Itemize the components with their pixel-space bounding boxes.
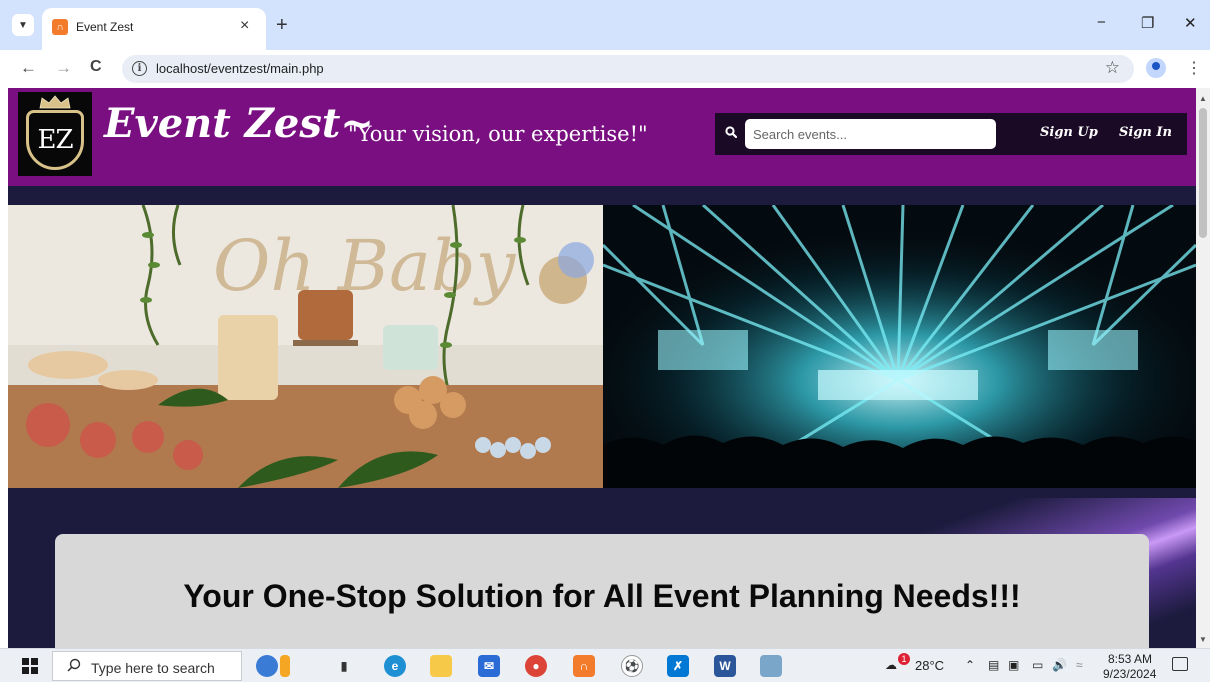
wifi-icon[interactable]: ≈ xyxy=(1076,658,1083,672)
dessert-table-illustration: Oh Baby xyxy=(8,205,603,488)
backdrop-text: Oh Baby xyxy=(213,225,517,307)
taskbar-search-icon xyxy=(67,658,81,672)
task-view-icon[interactable]: ▮ xyxy=(333,655,355,677)
search-icon xyxy=(725,126,737,138)
reload-button[interactable]: C xyxy=(90,58,102,76)
concert-lights-illustration xyxy=(603,205,1196,488)
site-header: EZ Event Zest~ "Your vision, our experti… xyxy=(8,88,1196,186)
word-icon[interactable]: W xyxy=(714,655,736,677)
event-zest-logo[interactable]: EZ xyxy=(18,92,92,176)
scroll-down-arrow-icon[interactable]: ▼ xyxy=(1199,635,1207,644)
clock-date[interactable]: 9/23/2024 xyxy=(1103,667,1156,681)
widgets-globe-icon[interactable] xyxy=(256,655,278,677)
close-window-button[interactable]: ✕ xyxy=(1184,14,1197,32)
address-bar[interactable]: i localhost/eventzest/main.php ☆ xyxy=(122,55,1134,83)
xampp-favicon-icon: ∩ xyxy=(52,19,68,35)
page-viewport: EZ Event Zest~ "Your vision, our experti… xyxy=(0,88,1210,648)
tab-title: Event Zest xyxy=(76,20,134,34)
xampp-icon[interactable]: ∩ xyxy=(573,655,595,677)
tray-chevron-up-icon[interactable]: ⌃ xyxy=(965,658,975,672)
tab-event-zest[interactable]: ∩ Event Zest × xyxy=(42,8,266,50)
restore-button[interactable]: ❐ xyxy=(1141,14,1154,32)
tagline-card: Your One-Stop Solution for All Event Pla… xyxy=(55,534,1149,648)
taskbar-search-text: Type here to search xyxy=(91,660,215,676)
app-window-icon[interactable] xyxy=(760,655,782,677)
tray-device-icon[interactable]: ▤ xyxy=(988,658,999,672)
logo-shield: EZ xyxy=(26,110,84,170)
mail-icon[interactable]: ✉ xyxy=(478,655,500,677)
minimize-button[interactable]: − xyxy=(1097,14,1106,31)
tab-close-icon[interactable]: × xyxy=(240,17,249,35)
brand-name: Event Zest~ xyxy=(104,100,374,147)
temperature-text[interactable]: 28°C xyxy=(915,658,944,673)
sign-up-link[interactable]: Sign Up xyxy=(1040,125,1098,140)
hero-image-concert-lights xyxy=(603,205,1196,488)
windows-taskbar: Type here to search ▮ e ✉ ● ∩ ⚽ ✗ W ☁ 1 … xyxy=(0,648,1210,682)
search-events-input[interactable] xyxy=(745,119,996,149)
site-info-icon[interactable]: i xyxy=(132,61,147,76)
scroll-up-arrow-icon[interactable]: ▲ xyxy=(1199,94,1207,103)
forward-button[interactable]: → xyxy=(55,58,72,78)
new-tab-button[interactable]: + xyxy=(276,15,288,35)
browser-toolbar: ← → C i localhost/eventzest/main.php ☆ ⋮ xyxy=(0,50,1210,88)
page-scrollbar[interactable]: ▲ ▼ xyxy=(1196,88,1210,648)
back-button[interactable]: ← xyxy=(20,58,37,78)
browser-tab-bar: ▼ ∩ Event Zest × + − ❐ ✕ xyxy=(0,0,1210,50)
tab-search-chevron-icon[interactable]: ▼ xyxy=(12,14,34,36)
browser-menu-icon[interactable]: ⋮ xyxy=(1186,58,1202,78)
header-nav: Sign Up Sign In xyxy=(715,113,1187,155)
soccer-app-icon[interactable]: ⚽ xyxy=(621,655,643,677)
edge-browser-icon[interactable]: e xyxy=(384,655,406,677)
windows-start-icon[interactable] xyxy=(22,658,38,674)
crown-icon xyxy=(39,95,71,109)
scroll-thumb[interactable] xyxy=(1199,108,1207,238)
weather-cloud-icon[interactable]: ☁ xyxy=(885,658,897,672)
brand-tagline: "Your vision, our expertise!" xyxy=(348,122,648,146)
sign-in-link[interactable]: Sign In xyxy=(1119,125,1172,140)
vscode-icon[interactable]: ✗ xyxy=(667,655,689,677)
file-explorer-icon[interactable] xyxy=(430,655,452,677)
tray-app-icon[interactable]: ▣ xyxy=(1008,658,1019,672)
address-url[interactable]: localhost/eventzest/main.php xyxy=(156,61,324,76)
clock-time[interactable]: 8:53 AM xyxy=(1108,652,1152,666)
profile-avatar-icon[interactable] xyxy=(1146,58,1166,78)
chrome-icon[interactable]: ● xyxy=(525,655,547,677)
cta-heading: Your One-Stop Solution for All Event Pla… xyxy=(183,578,1021,614)
notification-center-icon[interactable] xyxy=(1172,657,1188,671)
volume-icon[interactable]: 🔊 xyxy=(1052,658,1067,672)
widgets-weather-icon[interactable] xyxy=(280,655,290,677)
bookmark-star-icon[interactable]: ☆ xyxy=(1105,58,1120,78)
hero-image-dessert-table: Oh Baby xyxy=(8,205,603,488)
page-body: EZ Event Zest~ "Your vision, our experti… xyxy=(8,88,1198,648)
battery-icon[interactable]: ▭ xyxy=(1032,658,1043,672)
weather-alert-badge: 1 xyxy=(898,653,910,665)
taskbar-search-box[interactable]: Type here to search xyxy=(52,651,242,681)
